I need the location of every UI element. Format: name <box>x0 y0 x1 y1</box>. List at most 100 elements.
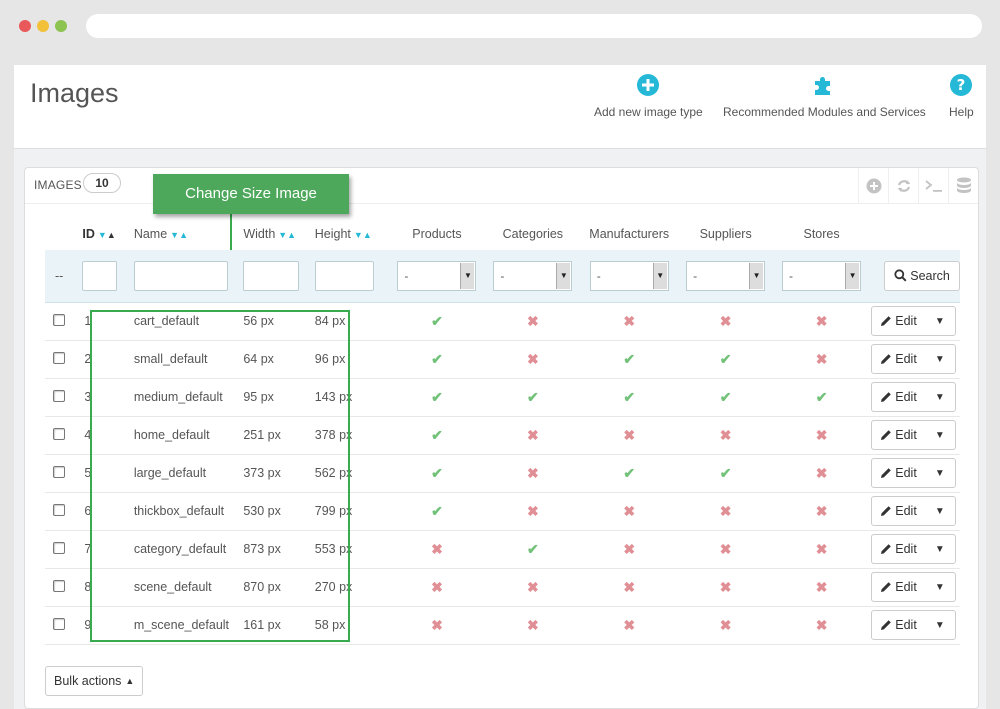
cross-icon[interactable]: ✖ <box>527 313 539 329</box>
column-width[interactable]: Width ▼▲ <box>243 218 314 250</box>
row-checkbox[interactable] <box>53 351 65 364</box>
sort-arrows-icon[interactable]: ▼▲ <box>278 230 296 240</box>
cross-icon[interactable]: ✖ <box>816 503 828 519</box>
check-icon[interactable]: ✔ <box>623 389 635 405</box>
cross-icon[interactable]: ✖ <box>720 617 732 633</box>
cross-icon[interactable]: ✖ <box>623 579 635 595</box>
cross-icon[interactable]: ✖ <box>527 427 539 443</box>
check-icon[interactable]: ✔ <box>431 465 443 481</box>
column-height[interactable]: Height ▼▲ <box>315 218 389 250</box>
edit-dropdown-toggle[interactable]: ▼ <box>925 307 955 335</box>
export-button[interactable] <box>948 168 978 204</box>
check-icon[interactable]: ✔ <box>527 541 539 557</box>
row-checkbox[interactable] <box>53 579 65 592</box>
edit-dropdown-toggle[interactable]: ▼ <box>925 535 955 563</box>
filter-manufacturers-select[interactable]: - ▼ <box>589 260 669 291</box>
edit-button[interactable]: Edit <box>872 421 925 449</box>
filter-width-input[interactable] <box>243 260 300 291</box>
help-button[interactable]: ? Help <box>949 73 974 119</box>
cross-icon[interactable]: ✖ <box>527 617 539 633</box>
check-icon[interactable]: ✔ <box>431 427 443 443</box>
cross-icon[interactable]: ✖ <box>720 427 732 443</box>
recommended-modules-button[interactable]: Recommended Modules and Services <box>723 73 926 119</box>
cross-icon[interactable]: ✖ <box>431 541 443 557</box>
add-new-button[interactable] <box>858 168 888 204</box>
cross-icon[interactable]: ✖ <box>623 313 635 329</box>
edit-button[interactable]: Edit <box>872 345 925 373</box>
cross-icon[interactable]: ✖ <box>720 503 732 519</box>
cross-icon[interactable]: ✖ <box>431 617 443 633</box>
window-minimize-icon[interactable] <box>37 20 49 32</box>
row-checkbox[interactable] <box>53 541 65 554</box>
edit-dropdown-toggle[interactable]: ▼ <box>925 383 955 411</box>
address-bar[interactable] <box>86 14 982 38</box>
cross-icon[interactable]: ✖ <box>623 617 635 633</box>
sql-query-button[interactable] <box>918 168 948 204</box>
row-checkbox[interactable] <box>53 503 65 516</box>
edit-button[interactable]: Edit <box>872 307 925 335</box>
row-checkbox[interactable] <box>53 313 65 326</box>
column-name[interactable]: Name ▼▲ <box>134 218 244 250</box>
edit-dropdown-toggle[interactable]: ▼ <box>925 573 955 601</box>
edit-button[interactable]: Edit <box>872 573 925 601</box>
cross-icon[interactable]: ✖ <box>816 465 828 481</box>
row-checkbox[interactable] <box>53 389 65 402</box>
filter-products-select[interactable]: - ▼ <box>397 260 477 291</box>
cross-icon[interactable]: ✖ <box>816 427 828 443</box>
cross-icon[interactable]: ✖ <box>527 465 539 481</box>
check-icon[interactable]: ✔ <box>431 503 443 519</box>
edit-button[interactable]: Edit <box>872 459 925 487</box>
sort-arrows-icon[interactable]: ▼▲ <box>170 230 188 240</box>
row-checkbox[interactable] <box>53 617 65 630</box>
edit-dropdown-toggle[interactable]: ▼ <box>925 497 955 525</box>
sort-arrows-icon[interactable]: ▼▲ <box>98 230 116 240</box>
filter-id-input[interactable] <box>82 260 118 291</box>
edit-button[interactable]: Edit <box>872 383 925 411</box>
check-icon[interactable]: ✔ <box>720 389 732 405</box>
cross-icon[interactable]: ✖ <box>720 313 732 329</box>
cross-icon[interactable]: ✖ <box>431 579 443 595</box>
row-checkbox[interactable] <box>53 427 65 440</box>
filter-name-input[interactable] <box>133 260 228 291</box>
cross-icon[interactable]: ✖ <box>527 503 539 519</box>
column-id[interactable]: ID ▼▲ <box>82 218 133 250</box>
add-image-type-button[interactable]: Add new image type <box>594 73 703 119</box>
edit-button[interactable]: Edit <box>872 611 925 639</box>
check-icon[interactable]: ✔ <box>623 465 635 481</box>
filter-stores-select[interactable]: - ▼ <box>782 260 862 291</box>
edit-button[interactable]: Edit <box>872 535 925 563</box>
edit-dropdown-toggle[interactable]: ▼ <box>925 459 955 487</box>
check-icon[interactable]: ✔ <box>431 389 443 405</box>
check-icon[interactable]: ✔ <box>720 465 732 481</box>
sort-arrows-icon[interactable]: ▼▲ <box>354 230 372 240</box>
edit-dropdown-toggle[interactable]: ▼ <box>925 421 955 449</box>
cross-icon[interactable]: ✖ <box>527 579 539 595</box>
check-icon[interactable]: ✔ <box>431 313 443 329</box>
search-button[interactable]: Search <box>884 260 960 291</box>
edit-dropdown-toggle[interactable]: ▼ <box>925 345 955 373</box>
cross-icon[interactable]: ✖ <box>527 351 539 367</box>
cross-icon[interactable]: ✖ <box>816 579 828 595</box>
edit-button[interactable]: Edit <box>872 497 925 525</box>
cross-icon[interactable]: ✖ <box>623 541 635 557</box>
cross-icon[interactable]: ✖ <box>720 579 732 595</box>
cross-icon[interactable]: ✖ <box>623 427 635 443</box>
cross-icon[interactable]: ✖ <box>816 351 828 367</box>
window-maximize-icon[interactable] <box>55 20 67 32</box>
cross-icon[interactable]: ✖ <box>816 617 828 633</box>
check-icon[interactable]: ✔ <box>623 351 635 367</box>
cross-icon[interactable]: ✖ <box>623 503 635 519</box>
window-close-icon[interactable] <box>19 20 31 32</box>
refresh-button[interactable] <box>888 168 918 204</box>
edit-dropdown-toggle[interactable]: ▼ <box>925 611 955 639</box>
row-checkbox[interactable] <box>53 465 65 478</box>
bulk-actions-button[interactable]: Bulk actions ▲ <box>45 666 144 696</box>
cross-icon[interactable]: ✖ <box>816 541 828 557</box>
check-icon[interactable]: ✔ <box>816 389 828 405</box>
check-icon[interactable]: ✔ <box>720 351 732 367</box>
filter-height-input[interactable] <box>314 260 374 291</box>
check-icon[interactable]: ✔ <box>527 389 539 405</box>
filter-suppliers-select[interactable]: - ▼ <box>686 260 766 291</box>
cross-icon[interactable]: ✖ <box>816 313 828 329</box>
filter-categories-select[interactable]: - ▼ <box>493 260 573 291</box>
